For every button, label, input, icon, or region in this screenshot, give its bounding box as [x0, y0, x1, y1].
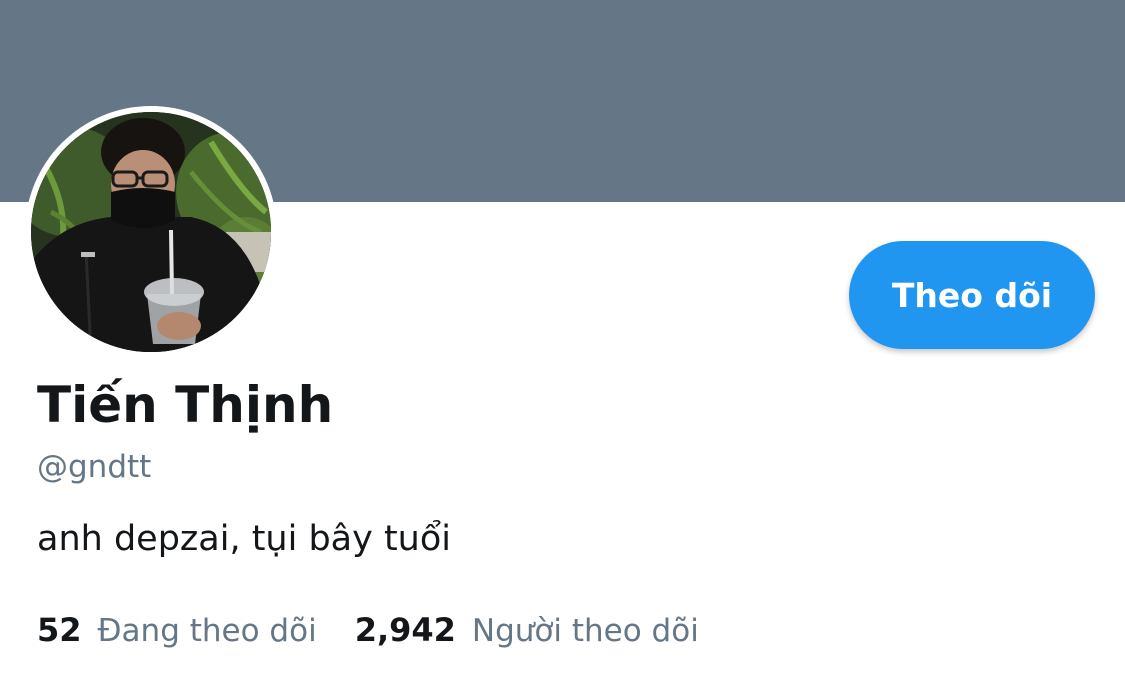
profile-page: Theo dõi Tiến Thịnh @gndtt anh depzai, t…: [0, 0, 1125, 678]
following-count: 52: [37, 611, 82, 649]
profile-stats: 52 Đang theo dõi 2,942 Người theo dõi: [37, 614, 699, 647]
display-name: Tiến Thịnh: [37, 376, 334, 434]
followers-stat[interactable]: 2,942 Người theo dõi: [355, 614, 699, 647]
followers-count: 2,942: [354, 611, 456, 649]
following-stat[interactable]: 52 Đang theo dõi: [37, 614, 317, 647]
profile-bio: anh depzai, tụi bây tuổi: [37, 519, 452, 559]
user-handle: @gndtt: [37, 449, 152, 485]
following-label: Đang theo dõi: [97, 613, 317, 649]
avatar[interactable]: [31, 112, 271, 352]
followers-label: Người theo dõi: [471, 613, 699, 649]
avatar-photo: [31, 112, 271, 352]
follow-button[interactable]: Theo dõi: [849, 241, 1095, 349]
